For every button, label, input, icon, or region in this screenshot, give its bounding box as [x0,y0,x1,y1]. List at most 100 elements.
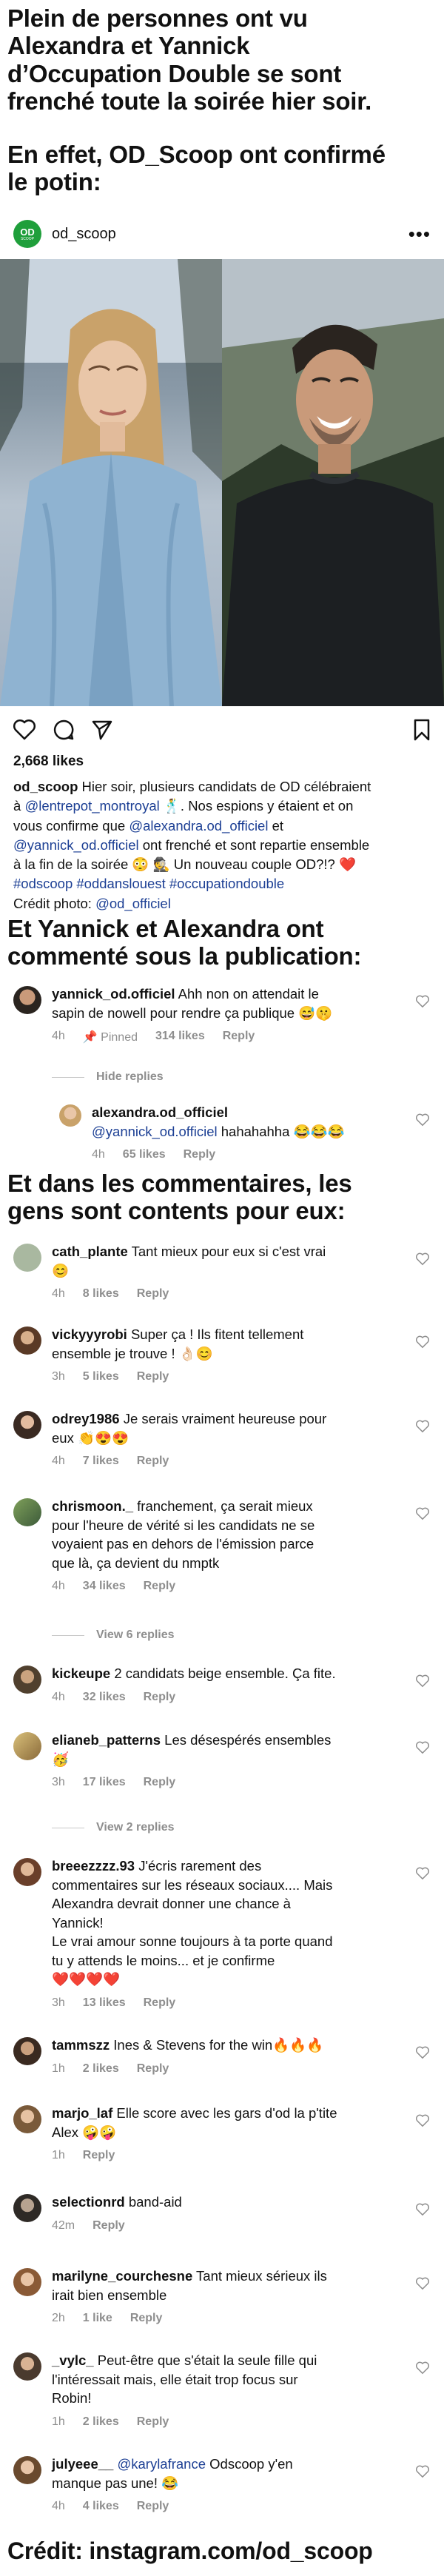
comment-username[interactable]: kickeupe [52,1666,110,1681]
comment-username[interactable]: vickyyyrobi [52,1326,127,1342]
comment-likes[interactable]: 7 likes [83,1455,119,1468]
avatar[interactable] [13,2268,41,2296]
reply-button[interactable]: Reply [184,1148,216,1161]
comment-like-icon[interactable] [416,2203,429,2216]
reply-button[interactable]: Reply [137,1455,169,1468]
od-scoop-avatar[interactable]: OD SCOOP [13,220,41,248]
caption-username[interactable]: od_scoop [13,779,78,794]
comment-username[interactable]: cath_plante [52,1244,128,1259]
avatar[interactable] [13,2037,41,2065]
likes-count[interactable]: 2,668 likes [0,754,444,770]
reply-button[interactable]: Reply [137,2415,169,2429]
post-username[interactable]: od_scoop [52,226,116,243]
comment-time: 2h [52,2312,65,2325]
comment-username[interactable]: alexandra.od_officiel [92,1104,228,1120]
comment-likes[interactable]: 1 like [83,2312,112,2325]
reply-button[interactable]: Reply [137,1370,169,1383]
caption-mention[interactable]: @yannick_od.officiel [13,837,139,853]
reply-button[interactable]: Reply [144,1691,176,1704]
comment-like-icon[interactable] [416,1867,429,1880]
post-photo[interactable] [0,259,444,706]
comment-like-icon[interactable] [416,2361,429,2375]
avatar[interactable] [13,2194,41,2222]
caption-mention[interactable]: @alexandra.od_officiel [129,818,268,833]
bookmark-icon[interactable] [413,719,431,741]
comment-time: 1h [52,2149,65,2162]
comment-likes[interactable]: 8 likes [83,1287,119,1301]
avatar[interactable] [13,1244,41,1272]
comment-username[interactable]: tammszz [52,2037,110,2053]
avatar[interactable] [13,1326,41,1355]
reply-button[interactable]: Reply [83,2149,115,2162]
comment-likes[interactable]: 2 likes [83,2415,119,2429]
caption-mention[interactable]: @lentrepot_montroyal [24,798,159,814]
comment-like-icon[interactable] [416,1420,429,1433]
comment-likes[interactable]: 32 likes [83,1691,126,1704]
comment-username[interactable]: elianeb_patterns [52,1732,161,1748]
comment-likes[interactable]: 65 likes [123,1148,166,1161]
comment-username[interactable]: julyeee__ [52,2456,113,2472]
like-heart-icon[interactable] [13,720,36,740]
avatar[interactable] [13,1411,41,1439]
more-options-icon[interactable]: ••• [408,223,431,246]
comment-username[interactable]: chrismoon._ [52,1498,133,1514]
comment-likes[interactable]: 314 likes [155,1030,205,1044]
comment-like-icon[interactable] [416,1335,429,1349]
share-icon[interactable] [92,720,112,740]
reply-mention[interactable]: @yannick_od.officiel [92,1124,218,1139]
comment-time: 1h [52,2415,65,2428]
comment-likes[interactable]: 5 likes [83,1370,119,1383]
avatar[interactable] [13,986,41,1014]
reply-button[interactable]: Reply [144,1996,176,2010]
reply-button[interactable]: Reply [130,2312,163,2325]
comment-like-icon[interactable] [416,2277,429,2290]
comment-like-icon[interactable] [416,1252,429,1266]
comment-likes[interactable]: 17 likes [83,1776,126,1789]
view-replies-button[interactable]: View 6 replies [52,1629,175,1642]
credit-mention[interactable]: @od_officiel [95,896,171,911]
comment-likes[interactable]: 13 likes [83,1996,126,2010]
comment-like-icon[interactable] [416,2114,429,2127]
comment-like-icon[interactable] [416,1113,429,1127]
comment-username[interactable]: selectionrd [52,2194,125,2210]
view-replies-button[interactable]: View 2 replies [52,1821,175,1834]
comment-username[interactable]: yannick_od.officiel [52,986,175,1002]
avatar[interactable] [13,2456,41,2484]
comment-like-icon[interactable] [416,1674,429,1688]
comment-icon[interactable] [53,720,74,740]
reply-button[interactable]: Reply [144,1580,176,1593]
comment-username[interactable]: odrey1986 [52,1411,120,1426]
comment-like-icon[interactable] [416,995,429,1008]
comment-likes[interactable]: 34 likes [83,1580,126,1593]
avatar[interactable] [13,1858,41,1886]
comment-likes[interactable]: 4 likes [83,2500,119,2513]
comment-time: 4h [52,1455,65,1468]
avatar[interactable] [13,1498,41,1526]
comment-time: 4h [52,1690,65,1703]
post-caption: od_scoop Hier soir, plusieurs candidats … [0,770,444,913]
comment-username[interactable]: marilyne_courchesne [52,2268,192,2284]
comment-like-icon[interactable] [416,2465,429,2478]
comment-username[interactable]: marjo_laf [52,2105,112,2121]
comment-likes[interactable]: 2 likes [83,2062,119,2076]
reply-button[interactable]: Reply [92,2219,125,2233]
reply-button[interactable]: Reply [144,1776,176,1789]
caption-hashtags[interactable]: #odscoop #oddanslouest #occupationdouble [13,874,431,893]
hide-replies-button[interactable]: Hide replies [52,1070,164,1084]
avatar[interactable] [13,2352,41,2381]
avatar[interactable] [59,1104,81,1127]
comment-username[interactable]: breeezzzz.93 [52,1858,135,1874]
reply-button[interactable]: Reply [137,1287,169,1301]
comment-text: Ahh non on attendait le [175,986,319,1002]
reply-button[interactable]: Reply [137,2062,169,2076]
comment-username[interactable]: _vylc_ [52,2352,94,2368]
avatar[interactable] [13,1666,41,1694]
comment-like-icon[interactable] [416,1741,429,1754]
reply-button[interactable]: Reply [137,2500,169,2513]
comment-mention[interactable]: @karylafrance [117,2456,206,2472]
avatar[interactable] [13,1732,41,1760]
comment-like-icon[interactable] [416,1507,429,1520]
reply-button[interactable]: Reply [223,1030,255,1044]
avatar[interactable] [13,2105,41,2133]
comment-like-icon[interactable] [416,2046,429,2059]
